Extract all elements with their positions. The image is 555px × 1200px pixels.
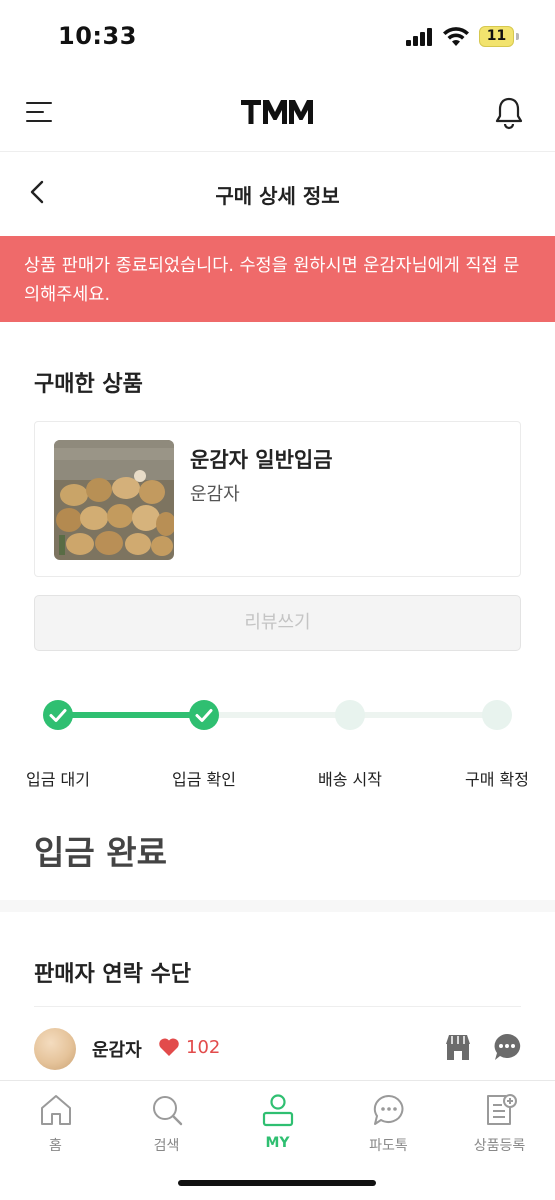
battery-level: 11 <box>479 26 514 47</box>
status-time: 10:33 <box>58 22 137 50</box>
product-name: 운감자 일반입금 <box>190 448 333 472</box>
notice-banner: 상품 판매가 종료되었습니다. 수정을 원하시면 운감자님에게 직접 문의해주세… <box>0 236 555 322</box>
progress-step-label: 입금 확인 <box>172 770 236 789</box>
likes-count: 102 <box>186 1037 221 1058</box>
product-card[interactable]: 운감자 일반입금 운감자 <box>34 421 521 577</box>
divider <box>34 1006 521 1007</box>
heart-icon <box>159 1038 179 1056</box>
status-bar: 10:33 11 <box>0 0 555 76</box>
section-divider <box>0 900 555 912</box>
progress-step-1 <box>43 700 73 730</box>
tmm-logo <box>241 100 313 124</box>
nav-padotalk[interactable]: 파도톡 <box>333 1081 444 1171</box>
cellular-signal-icon <box>406 28 434 46</box>
nav-label-register: 상품등록 <box>473 1138 526 1154</box>
nav-label-my: MY <box>265 1135 290 1151</box>
user-icon <box>262 1094 294 1127</box>
nav-label-search: 검색 <box>153 1138 180 1154</box>
bell-icon[interactable] <box>494 96 524 130</box>
progress-step-4 <box>482 700 512 730</box>
home-indicator <box>178 1180 376 1186</box>
seller-name[interactable]: 운감자 <box>92 1036 142 1062</box>
product-thumbnail <box>54 440 174 560</box>
nav-search[interactable]: 검색 <box>111 1081 222 1171</box>
write-review-button[interactable]: 리뷰쓰기 <box>34 595 521 651</box>
product-seller: 운감자 <box>190 484 240 505</box>
checkmark-icon <box>49 709 67 722</box>
chat-bubble-icon[interactable] <box>492 1032 522 1062</box>
progress-fill <box>58 712 204 718</box>
menu-icon[interactable] <box>26 100 54 124</box>
home-icon <box>41 1095 71 1125</box>
progress-step-3 <box>335 700 365 730</box>
page-title: 구매 상세 정보 <box>215 184 340 208</box>
nav-home[interactable]: 홈 <box>0 1081 111 1171</box>
seller-row: 운감자 102 <box>34 1026 524 1072</box>
progress-step-label: 구매 확정 <box>465 770 529 789</box>
order-status-heading: 입금 완료 <box>34 833 167 872</box>
wifi-icon <box>443 27 469 46</box>
nav-my[interactable]: MY <box>222 1081 333 1171</box>
progress-step-2 <box>189 700 219 730</box>
progress-step-label: 배송 시작 <box>318 770 382 789</box>
nav-register-product[interactable]: 상품등록 <box>444 1081 555 1171</box>
order-progress: 입금 대기 입금 확인 배송 시작 구매 확정 <box>0 690 555 800</box>
register-product-icon <box>487 1094 517 1125</box>
page-title-bar: 구매 상세 정보 <box>0 152 555 236</box>
search-icon <box>153 1096 183 1126</box>
shop-icon[interactable] <box>444 1032 472 1062</box>
checkmark-icon <box>195 709 213 722</box>
app-header <box>0 76 555 152</box>
nav-label-home: 홈 <box>49 1138 62 1154</box>
purchased-section-title: 구매한 상품 <box>34 372 143 397</box>
chat-bubble-icon <box>373 1094 404 1125</box>
nav-label-padotalk: 파도톡 <box>369 1138 408 1154</box>
battery-icon: 11 <box>479 26 519 47</box>
seller-contact-section-title: 판매자 연락 수단 <box>34 962 191 987</box>
avatar[interactable] <box>34 1028 76 1070</box>
progress-step-label: 입금 대기 <box>26 770 90 789</box>
